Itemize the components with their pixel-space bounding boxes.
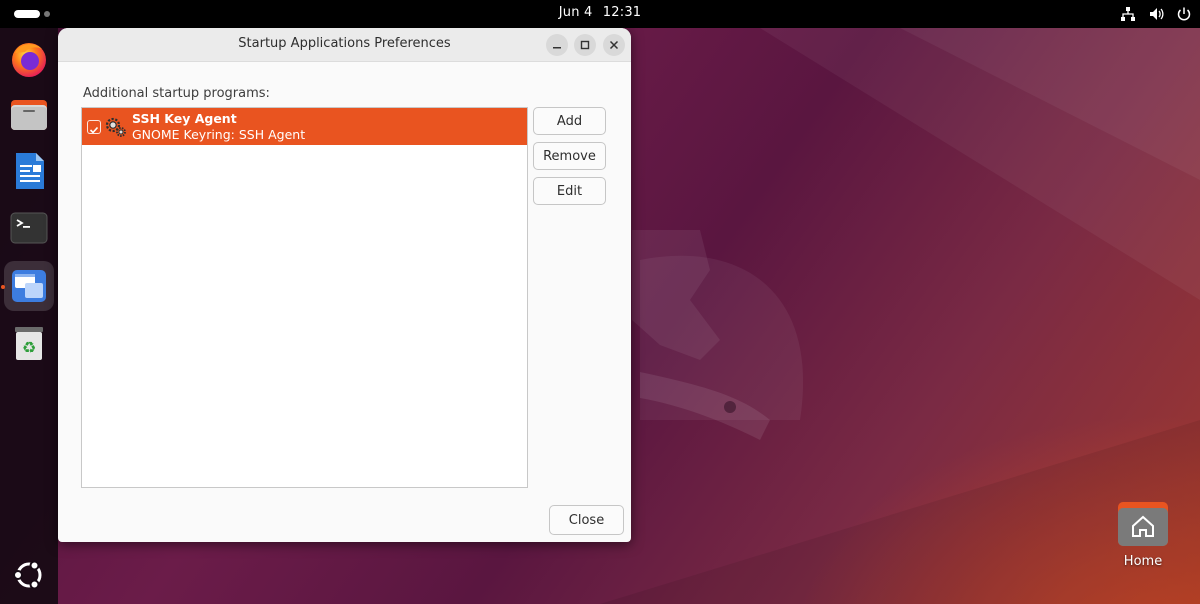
remove-button[interactable]: Remove	[533, 142, 606, 170]
title-bar[interactable]: Startup Applications Preferences	[58, 28, 631, 62]
maximize-button[interactable]	[574, 34, 596, 56]
ubuntu-logo-icon	[13, 560, 42, 590]
minimize-icon	[553, 47, 561, 49]
firefox-icon	[12, 43, 46, 77]
terminal-icon	[10, 212, 48, 244]
system-tray[interactable]	[1120, 5, 1192, 23]
running-indicator	[1, 285, 5, 289]
program-name: SSH Key Agent	[132, 111, 237, 126]
enable-checkbox[interactable]	[87, 120, 101, 134]
dock: ♻	[0, 28, 58, 604]
close-button[interactable]: Close	[549, 505, 624, 535]
network-icon[interactable]	[1120, 6, 1136, 22]
top-bar: Jun 4 12:31	[0, 0, 1200, 28]
startup-applications-dialog: Startup Applications Preferences Additio…	[58, 28, 631, 542]
svg-text:♻: ♻	[22, 338, 36, 357]
dock-item-trash[interactable]: ♻	[4, 318, 54, 368]
section-label: Additional startup programs:	[83, 86, 270, 101]
clock-date: Jun 4	[558, 5, 593, 20]
home-folder-label[interactable]: Home	[1100, 554, 1186, 569]
minimize-button[interactable]	[546, 34, 568, 56]
home-folder-icon[interactable]	[1116, 500, 1170, 548]
list-item[interactable]: SSH Key Agent GNOME Keyring: SSH Agent	[82, 108, 527, 145]
trash-icon: ♻	[15, 327, 43, 360]
show-apps-button[interactable]	[4, 550, 54, 600]
gears-icon	[105, 117, 126, 137]
power-icon[interactable]	[1176, 6, 1192, 22]
check-icon	[89, 126, 99, 134]
startup-program-list[interactable]: SSH Key Agent GNOME Keyring: SSH Agent	[81, 107, 528, 488]
clock-time: 12:31	[602, 5, 642, 20]
program-description: GNOME Keyring: SSH Agent	[132, 127, 306, 142]
files-icon	[11, 100, 47, 130]
startup-apps-icon	[12, 270, 46, 302]
dock-item-firefox[interactable]	[4, 34, 54, 84]
writer-icon	[16, 153, 44, 189]
dock-item-writer[interactable]	[4, 146, 54, 196]
close-window-button[interactable]	[603, 34, 625, 56]
dock-item-terminal[interactable]	[4, 203, 54, 253]
close-icon	[609, 40, 619, 50]
volume-icon[interactable]	[1148, 6, 1164, 22]
add-button[interactable]: Add	[533, 107, 606, 135]
maximize-icon	[580, 40, 590, 50]
edit-button[interactable]: Edit	[533, 177, 606, 205]
dock-item-startup-applications[interactable]	[4, 261, 54, 311]
clock[interactable]: Jun 4 12:31	[0, 5, 1200, 20]
dock-item-files[interactable]	[4, 89, 54, 139]
